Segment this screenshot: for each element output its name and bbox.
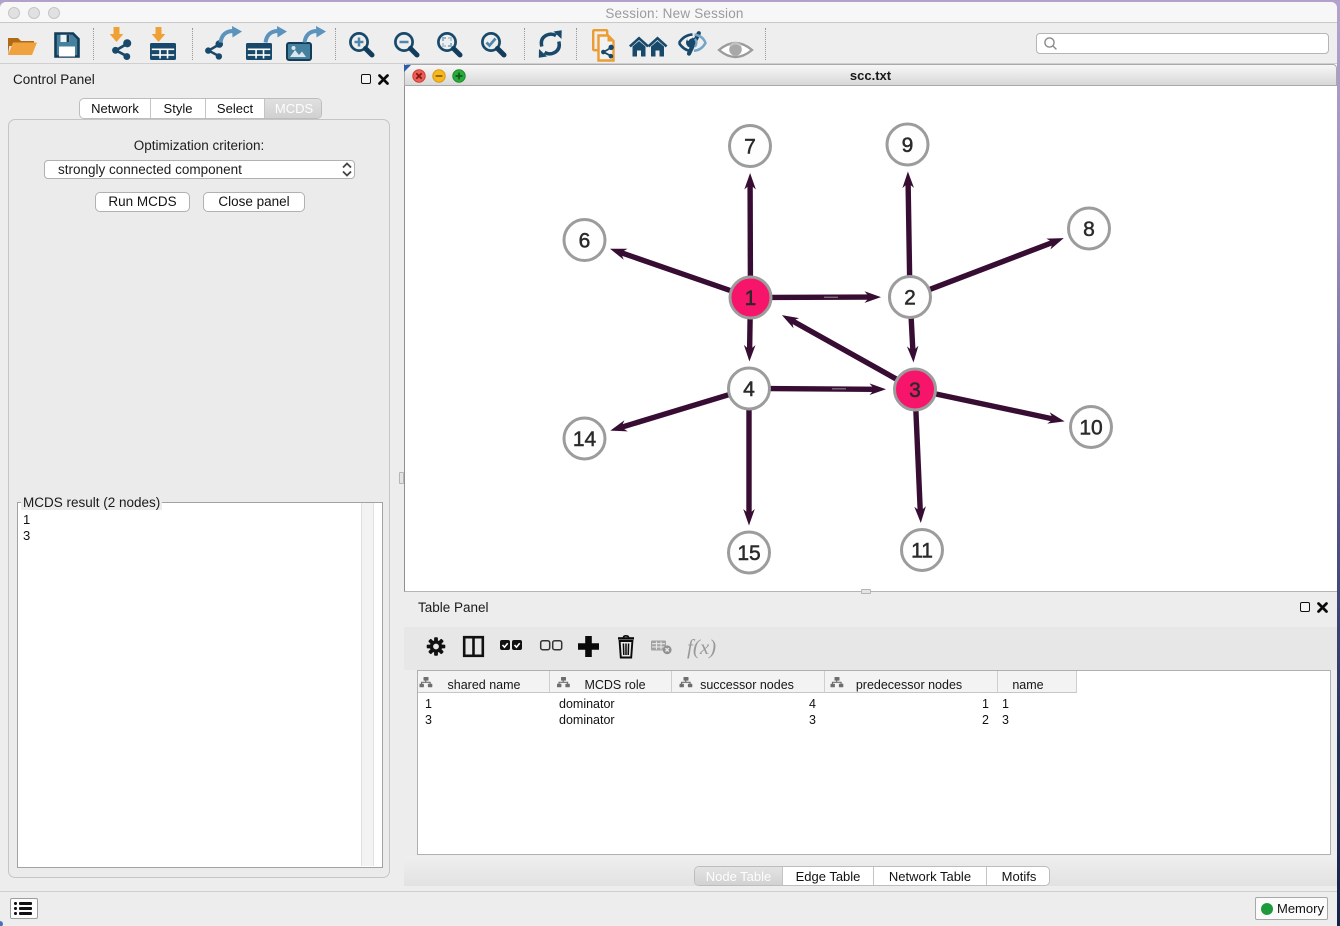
svg-text:10: 10 bbox=[1079, 416, 1102, 439]
svg-text:8: 8 bbox=[1083, 218, 1095, 241]
svg-text:3: 3 bbox=[909, 379, 921, 402]
svg-text:14: 14 bbox=[573, 428, 597, 451]
svg-text:11: 11 bbox=[911, 539, 933, 562]
svg-text:1: 1 bbox=[745, 287, 757, 310]
svg-text:6: 6 bbox=[579, 229, 591, 252]
svg-text:7: 7 bbox=[744, 135, 756, 158]
svg-text:9: 9 bbox=[902, 134, 914, 157]
svg-text:f(x): f(x) bbox=[687, 635, 716, 659]
svg-text:15: 15 bbox=[737, 542, 760, 565]
svg-text:4: 4 bbox=[743, 378, 755, 401]
svg-text:2: 2 bbox=[904, 286, 916, 309]
